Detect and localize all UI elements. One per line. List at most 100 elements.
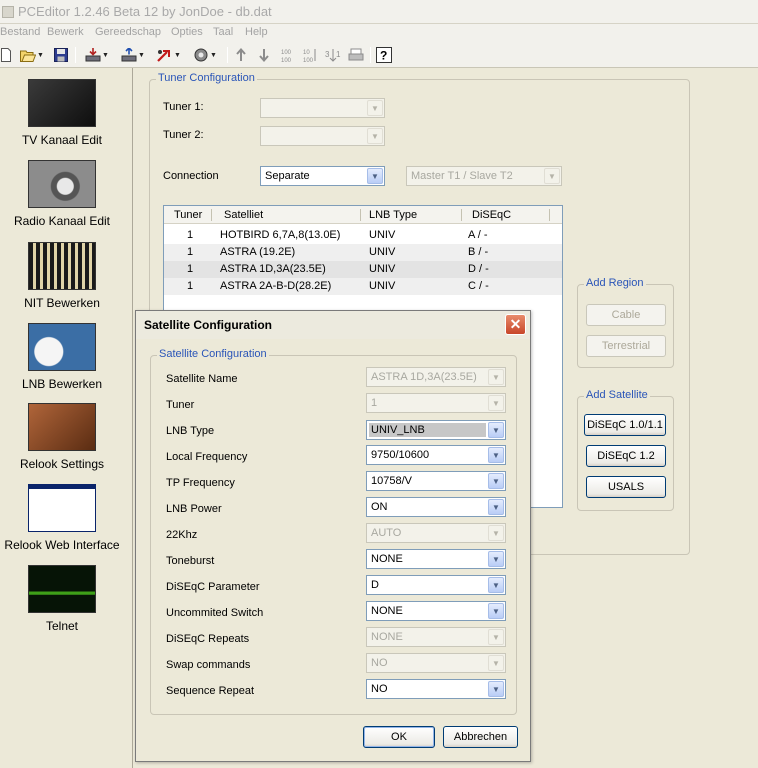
chevron-down-icon: ▼ [488,447,504,463]
column-header-tuner[interactable]: Tuner [174,209,202,221]
toneburst-select[interactable]: NONE ▼ [366,549,506,569]
sidebar-item-relook-web-interface[interactable]: Relook Web Interface [0,484,124,552]
connection-label: Connection [163,170,219,182]
menu-gereedschap[interactable]: Gereedschap [95,26,161,38]
transfer-icon[interactable]: ▼ [154,46,184,64]
sidebar-item-nit-bewerken[interactable]: NIT Bewerken [0,242,124,310]
chevron-down-icon: ▼ [488,369,504,385]
column-header-diseqc[interactable]: DiSEqC [472,209,511,221]
svg-text:100: 100 [303,58,314,63]
sidebar-item-radio-kanaal-edit[interactable]: Radio Kanaal Edit [0,160,124,228]
diseqc-parameter-select[interactable]: D ▼ [366,575,506,595]
tuner1-label: Tuner 1: [163,101,204,113]
sidebar-item-relook-settings[interactable]: Relook Settings [0,403,124,471]
diseqc-repeats-select[interactable]: NONE ▼ [366,627,506,647]
new-icon[interactable] [0,46,12,64]
chevron-down-icon: ▼ [488,681,504,697]
diseqc-10-button[interactable]: DiSEqC 1.0/1.1 [584,414,666,436]
save-icon[interactable] [53,46,69,64]
sort-icon[interactable]: 10 100 [301,46,319,64]
table-row[interactable]: 1 ASTRA 1D,3A(23.5E) UNIV D / - [164,261,562,278]
chevron-down-icon: ▼ [488,499,504,515]
tuner-select[interactable]: 1 ▼ [366,393,506,413]
table-row[interactable]: 1 HOTBIRD 6,7A,8(13.0E) UNIV A / - [164,227,562,244]
sequence-repeat-label: Sequence Repeat [166,685,255,697]
table-row[interactable]: 1 ASTRA (19.2E) UNIV B / - [164,244,562,261]
terrestrial-button[interactable]: Terrestrial [586,335,666,357]
receiver-download-icon[interactable]: ▼ [82,46,112,64]
lnb-power-select[interactable]: ON ▼ [366,497,506,517]
22khz-label: 22Khz [166,529,198,541]
table-row[interactable]: 1 ASTRA 2A-B-D(28.2E) UNIV C / - [164,278,562,295]
tp-frequency-label: TP Frequency [166,477,235,489]
lnb-type-label: LNB Type [166,425,215,437]
lnb-power-label: LNB Power [166,503,222,515]
22khz-select[interactable]: AUTO ▼ [366,523,506,543]
master-slave-value: Master T1 / Slave T2 [411,170,513,182]
chevron-down-icon: ▼ [488,473,504,489]
print-icon[interactable] [347,46,365,64]
diseqc-12-button[interactable]: DiSEqC 1.2 [586,445,666,467]
swap-commands-select[interactable]: NO ▼ [366,653,506,673]
svg-text:?: ? [380,49,387,63]
toolbar: ▼ ▼ ▼ ▼ ▼ 100 100 10 100 31 ? [0,42,758,68]
sequence-repeat-select[interactable]: NO ▼ [366,679,506,699]
open-icon[interactable]: ▼ [18,46,46,64]
tuner2-label: Tuner 2: [163,129,204,141]
move-down-icon[interactable] [256,46,272,64]
sort-alt-icon[interactable]: 31 [324,46,342,64]
usals-button[interactable]: USALS [586,476,666,498]
tools-icon[interactable]: ▼ [190,46,220,64]
toneburst-label: Toneburst [166,555,215,567]
title-bar: PCEditor 1.2.46 Beta 12 by JonDoe - db.d… [0,0,758,24]
uncommitted-switch-label: Uncommited Switch [166,607,264,619]
help-icon[interactable]: ? [375,46,393,64]
uncommitted-switch-select[interactable]: NONE ▼ [366,601,506,621]
connection-select[interactable]: Separate ▼ [260,166,385,186]
master-slave-select[interactable]: Master T1 / Slave T2 ▼ [406,166,562,186]
sidebar-item-telnet[interactable]: Telnet [0,565,124,633]
renumber-icon[interactable]: 100 100 [278,46,296,64]
sidebar-item-tv-kanaal-edit[interactable]: TV Kanaal Edit [0,79,124,147]
chevron-down-icon: ▼ [488,577,504,593]
sidebar-item-label: LNB Bewerken [21,377,103,391]
menu-bewerk[interactable]: Bewerk [47,26,84,38]
cable-button[interactable]: Cable [586,304,666,326]
tuner2-select[interactable]: ▼ [260,126,385,146]
tuner1-select[interactable]: ▼ [260,98,385,118]
satellite-name-select[interactable]: ASTRA 1D,3A(23.5E) ▼ [366,367,506,387]
chevron-down-icon: ▼ [488,395,504,411]
cancel-button[interactable]: Abbrechen [443,726,518,748]
close-icon[interactable]: ✕ [505,314,526,335]
local-frequency-select[interactable]: 9750/10600 ▼ [366,445,506,465]
tv-channel-icon [28,79,96,127]
menu-opties[interactable]: Opties [171,26,203,38]
sidebar-item-lnb-bewerken[interactable]: LNB Bewerken [0,323,124,391]
menu-bestand[interactable]: Bestand [0,26,40,38]
sidebar-item-label: Telnet [45,619,79,633]
chevron-down-icon: ▼ [488,655,504,671]
move-up-icon[interactable] [233,46,249,64]
column-header-lnb-type[interactable]: LNB Type [369,209,417,221]
radio-knob-icon [28,160,96,208]
sidebar-item-label: Relook Web Interface [4,538,120,552]
menu-help[interactable]: Help [245,26,268,38]
chevron-down-icon: ▼ [367,128,383,144]
lnb-type-select[interactable]: UNIV_LNB ▼ [366,420,506,440]
receiver-upload-icon[interactable]: ▼ [118,46,148,64]
menu-taal[interactable]: Taal [213,26,233,38]
local-frequency-label: Local Frequency [166,451,248,463]
group-title: Satellite Configuration [157,348,269,360]
connection-value: Separate [265,170,310,182]
ok-button[interactable]: OK [363,726,435,748]
column-header-satelliet[interactable]: Satelliet [224,209,263,221]
satellite-configuration-dialog: Satellite Configuration ✕ Satellite Conf… [135,310,531,762]
satellite-dish-icon [28,323,96,371]
tp-frequency-select[interactable]: 10758/V ▼ [366,471,506,491]
menu-bar: Bestand Bewerk Gereedschap Opties Taal H… [0,24,758,42]
svg-text:1: 1 [336,50,341,59]
swap-commands-label: Swap commands [166,659,251,671]
satellite-name-label: Satellite Name [166,373,238,385]
chevron-down-icon: ▼ [488,525,504,541]
sidebar-item-label: Relook Settings [19,457,105,471]
